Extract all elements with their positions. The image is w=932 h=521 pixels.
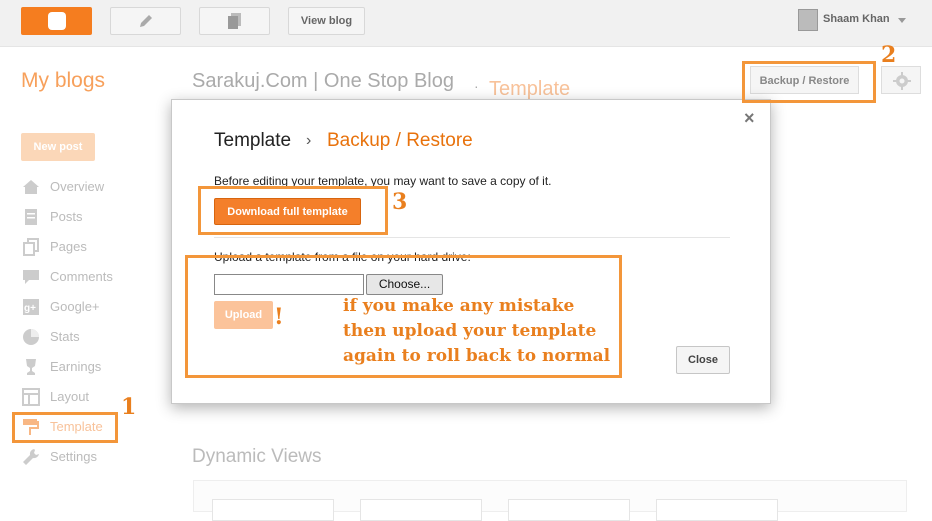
breadcrumb-chevron-icon: › <box>306 132 312 149</box>
new-post-button[interactable]: New post <box>21 133 95 161</box>
annotation-number-3: 3 <box>392 189 408 215</box>
view-blog-button[interactable]: View blog <box>288 7 365 35</box>
paint-roller-icon <box>23 419 39 435</box>
template-thumbnail[interactable] <box>656 499 778 521</box>
sidebar-item-label: Posts <box>50 209 83 224</box>
close-icon[interactable]: × <box>744 109 755 127</box>
settings-button[interactable] <box>881 66 921 94</box>
annotation-number-2: 2 <box>881 42 897 68</box>
dialog-breadcrumb-parent: Template <box>214 130 292 151</box>
sidebar-item-template[interactable]: Template <box>22 417 122 437</box>
divider <box>214 237 730 238</box>
annotation-exclamation: ! <box>274 304 284 330</box>
gear-icon <box>893 72 911 90</box>
blog-title: Sarakuj.Com | One Stop Blog <box>192 70 454 92</box>
svg-text:g+: g+ <box>24 303 36 314</box>
breadcrumb-separator: · <box>474 78 479 94</box>
user-name[interactable]: Shaam Khan <box>823 13 890 25</box>
blogger-logo-icon <box>48 12 66 30</box>
download-full-template-button[interactable]: Download full template <box>214 198 361 225</box>
document-icon <box>25 209 37 225</box>
blogger-logo-button[interactable] <box>21 7 92 35</box>
page-title: Template <box>489 78 571 100</box>
google-plus-icon: g+ <box>23 299 39 315</box>
sidebar-item-label: Earnings <box>50 359 102 374</box>
sidebar-item-settings[interactable]: Settings <box>22 447 122 467</box>
backup-restore-button[interactable]: Backup / Restore <box>750 66 859 94</box>
sidebar-item-stats[interactable]: Stats <box>22 327 122 347</box>
sidebar-item-earnings[interactable]: Earnings <box>22 357 122 377</box>
top-bar: View blog Shaam Khan <box>0 0 932 47</box>
dialog-title: Backup / Restore <box>327 130 473 151</box>
template-thumbnail[interactable] <box>508 499 630 521</box>
new-post-pencil-button[interactable] <box>110 7 181 35</box>
annotation-note-line: again to roll back to normal <box>343 346 611 366</box>
backup-instructions: Before editing your template, you may wa… <box>214 174 552 188</box>
my-blogs-link[interactable]: My blogs <box>21 69 105 93</box>
annotation-note-line: then upload your template <box>343 321 597 341</box>
sidebar-item-label: Pages <box>50 239 87 254</box>
sidebar-item-label: Template <box>50 419 103 434</box>
choose-file-button[interactable]: Choose... <box>366 274 443 295</box>
sidebar-item-posts[interactable]: Posts <box>22 207 122 227</box>
sidebar-item-comments[interactable]: Comments <box>22 267 122 287</box>
layout-icon <box>22 388 40 406</box>
template-thumbnail[interactable] <box>360 499 482 521</box>
documents-icon <box>227 13 241 29</box>
sidebar-item-label: Overview <box>50 179 105 194</box>
file-path-input[interactable] <box>214 274 364 295</box>
sidebar-item-label: Comments <box>50 269 113 284</box>
annotation-number-1: 1 <box>121 394 137 420</box>
posts-list-button[interactable] <box>199 7 270 35</box>
avatar[interactable] <box>798 9 818 31</box>
sidebar-item-label: Stats <box>50 329 80 344</box>
sidebar-item-pages[interactable]: Pages <box>22 237 122 257</box>
sidebar-item-google-plus[interactable]: g+ Google+ <box>22 297 122 317</box>
sidebar-item-label: Layout <box>50 389 90 404</box>
close-button[interactable]: Close <box>676 346 730 374</box>
sidebar-item-label: Google+ <box>50 299 100 314</box>
pie-chart-icon <box>23 329 39 345</box>
wrench-icon <box>23 449 39 465</box>
template-thumbnail[interactable] <box>212 499 334 521</box>
chevron-down-icon[interactable] <box>898 18 906 23</box>
upload-instructions: Upload a template from a file on your ha… <box>214 250 471 264</box>
pages-icon <box>23 238 39 256</box>
sidebar-item-overview[interactable]: Overview <box>22 177 122 197</box>
pencil-icon <box>139 15 152 27</box>
annotation-note-line: if you make any mistake <box>343 296 575 316</box>
dynamic-views-heading: Dynamic Views <box>192 446 322 467</box>
comment-icon <box>23 270 39 284</box>
upload-button[interactable]: Upload <box>214 301 273 329</box>
home-icon <box>23 180 39 194</box>
sidebar-item-layout[interactable]: Layout <box>22 387 122 407</box>
annotation-note: if you make any mistake then upload your… <box>343 294 610 369</box>
dynamic-views-panel <box>193 480 907 521</box>
trophy-icon <box>26 359 36 375</box>
sidebar-item-label: Settings <box>50 449 97 464</box>
